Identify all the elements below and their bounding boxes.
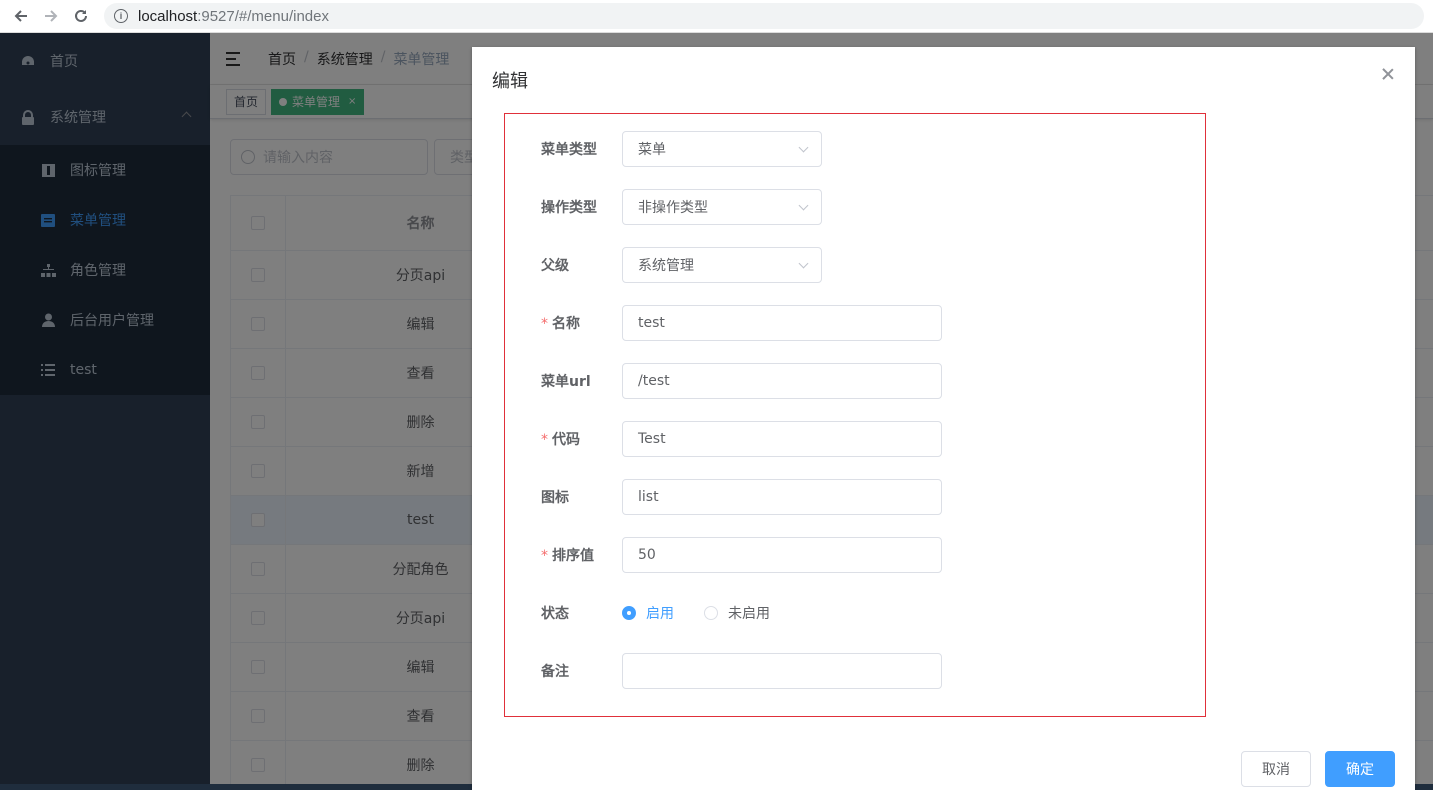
form-label: 菜单类型 (541, 142, 597, 158)
radio-label: 未启用 (728, 606, 770, 622)
forward-icon[interactable] (38, 3, 64, 29)
radio-checked-icon (622, 606, 636, 620)
form-label: 父级 (541, 258, 569, 274)
address-bar[interactable]: i localhost:9527/#/menu/index (104, 3, 1424, 29)
status-radio-group: 启用 未启用 (622, 603, 770, 623)
op-type-select[interactable]: 非操作类型 (622, 189, 822, 225)
select-value: 系统管理 (638, 258, 694, 274)
parent-select[interactable]: 系统管理 (622, 247, 822, 283)
edit-dialog: 编辑 菜单类型 菜单 操作类型 非操作类型 父级 系统管理 * 名称 test … (472, 47, 1415, 790)
form-label: 状态 (541, 606, 569, 622)
required-mark: * (541, 432, 548, 448)
back-icon[interactable] (8, 3, 34, 29)
browser-toolbar: i localhost:9527/#/menu/index (0, 0, 1433, 33)
radio-label: 启用 (646, 606, 674, 622)
form-label: 备注 (541, 664, 569, 680)
dialog-title: 编辑 (492, 71, 528, 92)
sort-input[interactable]: 50 (622, 537, 942, 573)
chevron-down-icon (798, 258, 809, 269)
select-value: 菜单 (638, 142, 666, 158)
url-host: localhost (138, 7, 198, 25)
chevron-down-icon (798, 142, 809, 153)
menu-type-select[interactable]: 菜单 (622, 131, 822, 167)
confirm-button[interactable]: 确定 (1325, 751, 1395, 787)
form-row-url: 菜单url /test (505, 363, 942, 399)
form-label: * 代码 (505, 429, 622, 449)
url-input[interactable]: /test (622, 363, 942, 399)
form-row-status: 状态 启用 未启用 (505, 595, 770, 631)
chevron-down-icon (798, 200, 809, 211)
form-row-parent: 父级 系统管理 (505, 247, 822, 283)
info-icon[interactable]: i (114, 9, 128, 23)
form-label: 图标 (541, 490, 569, 506)
code-input[interactable]: Test (622, 421, 942, 457)
required-mark: * (541, 548, 548, 564)
form-row-menu-type: 菜单类型 菜单 (505, 131, 822, 167)
form-label: * 名称 (505, 313, 622, 333)
label-text: 名称 (552, 316, 580, 332)
url-path: :9527/#/menu/index (197, 7, 329, 25)
required-mark: * (541, 316, 548, 332)
name-input[interactable]: test (622, 305, 942, 341)
form-label: 菜单url (541, 374, 591, 390)
form-row-icon: 图标 list (505, 479, 942, 515)
status-disabled-radio[interactable]: 未启用 (704, 603, 770, 623)
form-row-sort: * 排序值 50 (505, 537, 942, 573)
edit-form: 菜单类型 菜单 操作类型 非操作类型 父级 系统管理 * 名称 test 菜单u… (504, 113, 1206, 717)
form-row-op-type: 操作类型 非操作类型 (505, 189, 822, 225)
label-text: 代码 (552, 432, 580, 448)
form-row-remark: 备注 (505, 653, 942, 689)
reload-icon[interactable] (68, 3, 94, 29)
remark-input[interactable] (622, 653, 942, 689)
close-icon[interactable] (1381, 67, 1395, 81)
form-row-code: * 代码 Test (505, 421, 942, 457)
cancel-button[interactable]: 取消 (1241, 751, 1311, 787)
label-text: 排序值 (552, 548, 594, 564)
form-row-name: * 名称 test (505, 305, 942, 341)
status-enabled-radio[interactable]: 启用 (622, 603, 674, 623)
radio-unchecked-icon (704, 606, 718, 620)
select-value: 非操作类型 (638, 200, 708, 216)
form-label: * 排序值 (505, 545, 622, 565)
form-label: 操作类型 (541, 200, 597, 216)
icon-input[interactable]: list (622, 479, 942, 515)
